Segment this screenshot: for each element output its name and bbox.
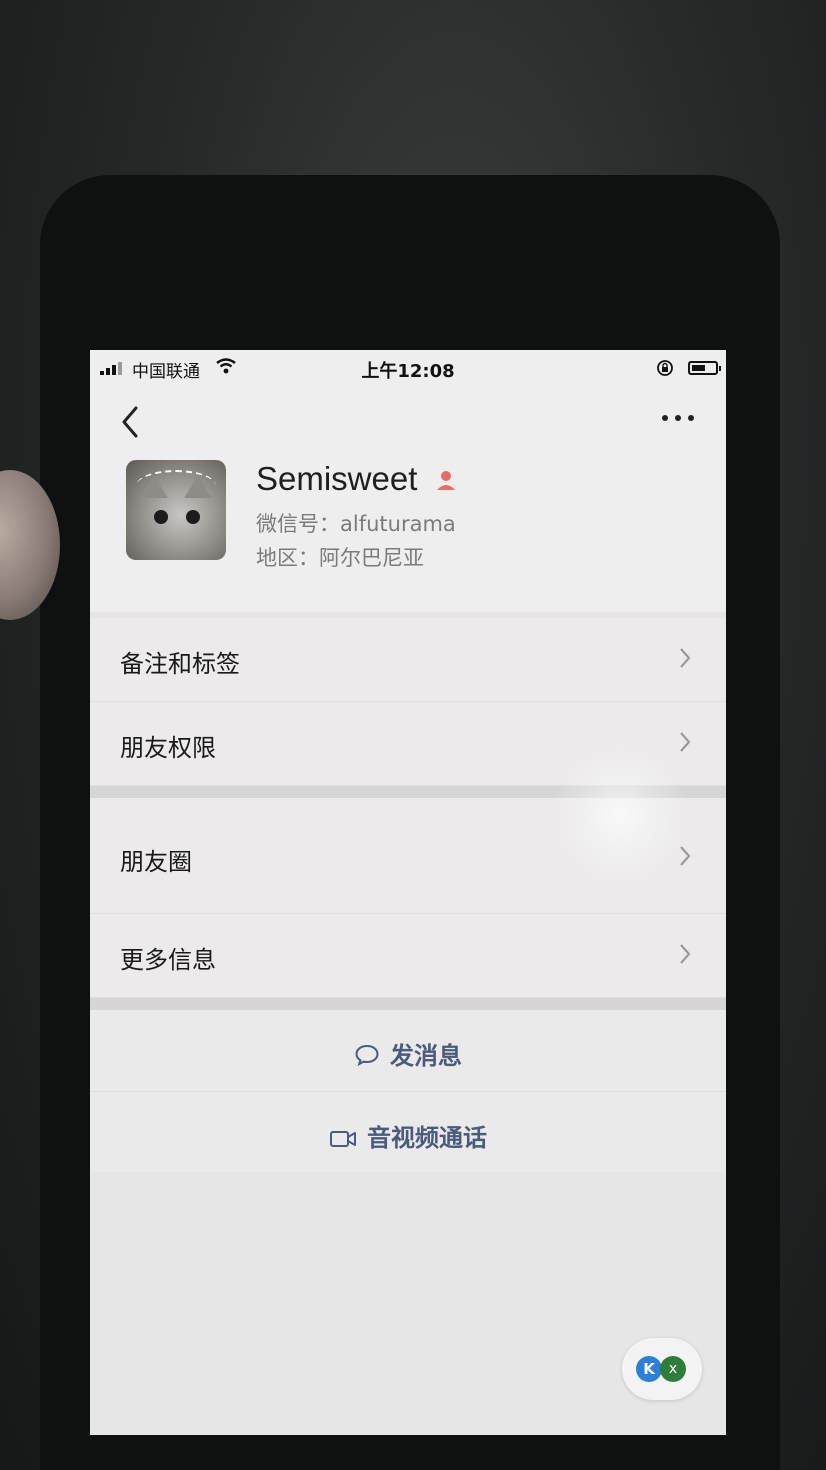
orientation-lock-icon bbox=[657, 360, 673, 376]
display-name: Semisweet bbox=[256, 460, 418, 497]
chevron-right-icon bbox=[680, 648, 691, 668]
video-camera-icon bbox=[330, 1131, 356, 1147]
menu-item-remarks-tags[interactable]: 备注和标签 bbox=[90, 618, 726, 702]
video-call-label: 音视频通话 bbox=[367, 1124, 487, 1152]
chevron-right-icon bbox=[680, 846, 691, 866]
menu-label: 朋友权限 bbox=[120, 734, 216, 762]
widget-x-icon: x bbox=[660, 1356, 686, 1382]
menu-label: 更多信息 bbox=[120, 946, 216, 974]
floating-widget[interactable]: K x bbox=[622, 1338, 702, 1400]
chevron-left-icon[interactable] bbox=[116, 402, 146, 442]
wechat-id: 微信号：alfuturama bbox=[256, 512, 456, 536]
region: 地区：阿尔巴尼亚 bbox=[256, 546, 424, 570]
chat-bubble-icon bbox=[355, 1044, 379, 1067]
female-icon bbox=[437, 471, 455, 490]
menu-label: 朋友圈 bbox=[120, 848, 192, 876]
empty-area bbox=[90, 1172, 726, 1435]
menu-label: 备注和标签 bbox=[120, 650, 240, 678]
chevron-right-icon bbox=[680, 732, 691, 752]
phone-screen: 中国联通 上午12:08 Semisweet 微信号：alfuturama 地区… bbox=[90, 350, 726, 1435]
menu-item-more-info[interactable]: 更多信息 bbox=[90, 914, 726, 998]
profile-header: Semisweet 微信号：alfuturama 地区：阿尔巴尼亚 bbox=[126, 460, 706, 570]
nav-bar bbox=[90, 390, 726, 450]
battery-icon bbox=[688, 361, 721, 375]
widget-k-icon: K bbox=[636, 1356, 662, 1382]
more-dots-icon[interactable] bbox=[660, 412, 696, 424]
clock: 上午12:08 bbox=[361, 361, 455, 382]
avatar[interactable] bbox=[126, 460, 226, 560]
menu-item-friend-permissions[interactable]: 朋友权限 bbox=[90, 702, 726, 786]
menu-item-moments[interactable]: 朋友圈 bbox=[90, 798, 726, 914]
send-message-label: 发消息 bbox=[390, 1042, 462, 1070]
section-gap bbox=[90, 998, 726, 1010]
status-bar: 中国联通 上午12:08 bbox=[90, 350, 726, 386]
chevron-right-icon bbox=[680, 944, 691, 964]
section-gap bbox=[90, 786, 726, 798]
send-message-button[interactable]: 发消息 bbox=[90, 1010, 726, 1092]
video-call-button[interactable]: 音视频通话 bbox=[90, 1092, 726, 1174]
